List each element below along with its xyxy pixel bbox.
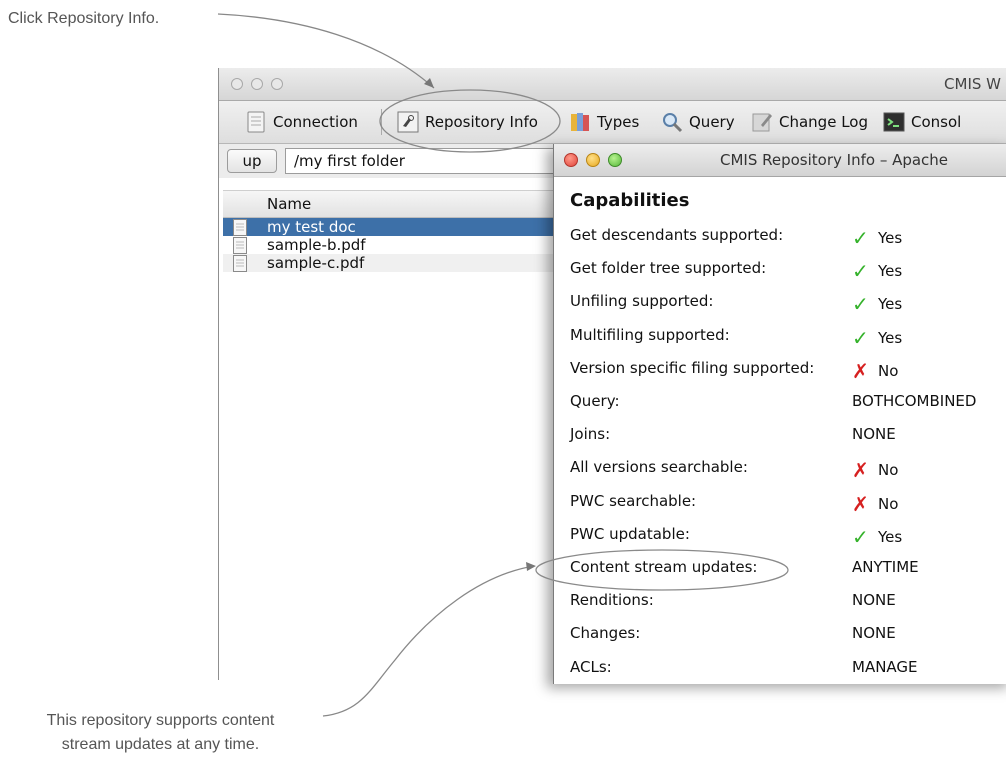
callout-arrowhead-top — [424, 78, 434, 88]
content-stream-highlight — [535, 549, 789, 591]
annotation-overlay — [217, 13, 789, 717]
callout-arrow-bottom — [322, 565, 535, 717]
callout-arrowhead-bottom — [526, 562, 536, 571]
repository-info-highlight — [379, 89, 561, 153]
callout-arrow-top — [217, 13, 435, 89]
